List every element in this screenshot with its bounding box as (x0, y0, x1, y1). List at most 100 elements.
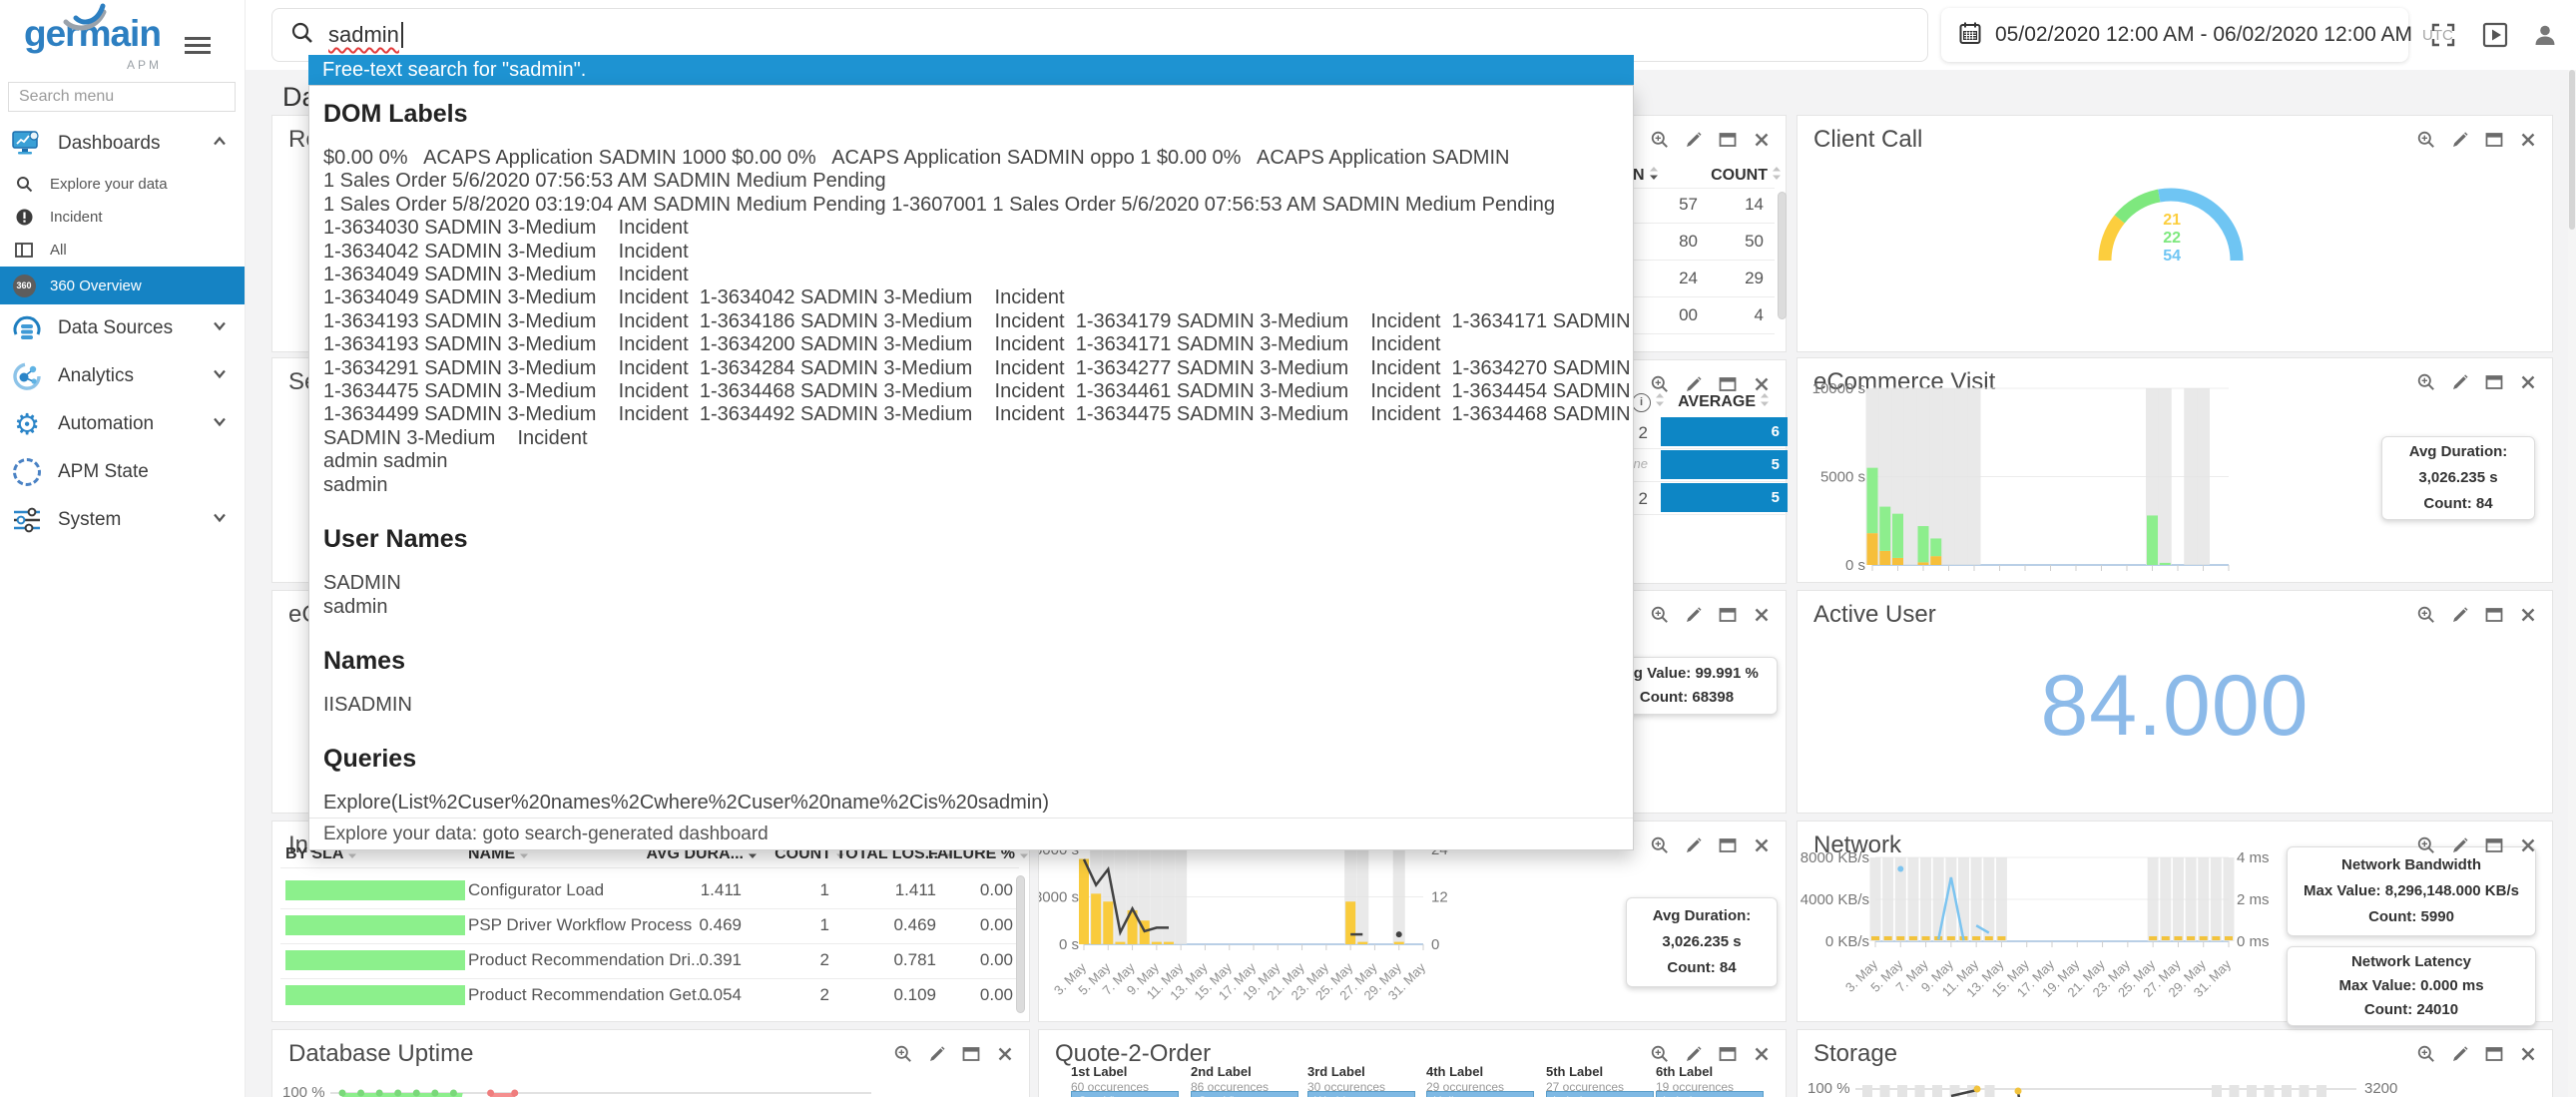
close-icon[interactable] (2518, 130, 2538, 155)
maximize-icon[interactable] (1718, 130, 1738, 155)
edit-icon[interactable] (1684, 130, 1704, 155)
funnel-stage-box[interactable]: GotoView (1191, 1091, 1298, 1097)
table-row[interactable]: Configurator Load1.41111.4110.00 (272, 873, 1031, 908)
sidebar-item-analytics[interactable]: Analytics (0, 352, 245, 400)
close-icon[interactable] (2518, 372, 2538, 397)
zoom-in-icon[interactable] (2416, 1044, 2436, 1069)
close-icon[interactable] (995, 1044, 1015, 1069)
dropdown-item[interactable]: 1 Sales Order 5/8/2020 03:19:04 AM SADMI… (323, 194, 1633, 217)
sidebar-item-360-overview[interactable]: 360360 Overview (0, 267, 245, 304)
edit-icon[interactable] (1684, 374, 1704, 399)
funnel-stage-box[interactable]: World (1307, 1091, 1415, 1097)
edit-icon[interactable] (927, 1044, 947, 1069)
close-icon[interactable] (1752, 1044, 1772, 1069)
sidebar-item-all[interactable]: All (0, 234, 245, 267)
zoom-in-icon[interactable] (2416, 835, 2436, 860)
zoom-in-icon[interactable] (1650, 1044, 1670, 1069)
edit-icon[interactable] (2450, 835, 2470, 860)
search-input[interactable]: sadmin (328, 22, 399, 48)
dropdown-item[interactable]: SADMIN (323, 572, 1633, 595)
close-icon[interactable] (2518, 1044, 2538, 1069)
scrollbar-thumb[interactable] (2569, 70, 2575, 230)
present-play-icon[interactable] (2482, 22, 2508, 53)
page-scrollbar[interactable] (2568, 70, 2576, 1097)
dropdown-item[interactable]: 1-3634193 SADMIN 3-Medium Incident 1-363… (323, 333, 1633, 356)
maximize-icon[interactable] (2484, 372, 2504, 397)
sidebar-item-explore-your-data[interactable]: Explore your data (0, 168, 245, 201)
zoom-in-icon[interactable] (1650, 605, 1670, 630)
column-header-fragment[interactable]: N (1633, 166, 1659, 186)
dropdown-item[interactable]: Explore(List%2Cuser%20names%2Cwhere%2Cus… (323, 792, 1633, 815)
dropdown-footer-item[interactable]: Explore your data: goto search-generated… (309, 818, 1633, 849)
dropdown-item[interactable]: 1 Sales Order 5/6/2020 07:56:53 AM SADMI… (323, 170, 1633, 193)
user-profile-icon[interactable] (2532, 22, 2558, 53)
chevron-down-icon[interactable] (211, 318, 229, 339)
zoom-in-icon[interactable] (2416, 372, 2436, 397)
sidebar-item-dashboards[interactable]: Dashboards (0, 120, 245, 168)
maximize-icon[interactable] (2484, 835, 2504, 860)
dropdown-item[interactable]: 1-3634193 SADMIN 3-Medium Incident 1-363… (323, 310, 1633, 333)
dropdown-item[interactable]: 1-3634042 SADMIN 3-Medium Incident (323, 241, 1633, 264)
chevron-down-icon[interactable] (211, 414, 229, 435)
edit-icon[interactable] (2450, 605, 2470, 630)
column-header-count[interactable]: COUNT (1711, 166, 1782, 186)
date-range-picker[interactable]: 05/02/2020 12:00 AM - 06/02/2020 12:00 A… (1941, 8, 2408, 62)
dropdown-item[interactable]: 1-3634030 SADMIN 3-Medium Incident (323, 217, 1633, 240)
fullscreen-icon[interactable] (2430, 22, 2456, 53)
dropdown-item[interactable]: sadmin (323, 596, 1633, 619)
maximize-icon[interactable] (2484, 130, 2504, 155)
close-icon[interactable] (1752, 605, 1772, 630)
dropdown-item[interactable]: 1-3634049 SADMIN 3-Medium Incident (323, 264, 1633, 286)
edit-icon[interactable] (1684, 835, 1704, 860)
chevron-down-icon[interactable] (211, 366, 229, 387)
dropdown-free-text-item[interactable]: Free-text search for "sadmin". (308, 55, 1634, 85)
maximize-icon[interactable] (2484, 605, 2504, 630)
dropdown-item[interactable]: sadmin (323, 474, 1633, 497)
close-icon[interactable] (2518, 605, 2538, 630)
close-icon[interactable] (1752, 130, 1772, 155)
edit-icon[interactable] (2450, 372, 2470, 397)
zoom-in-icon[interactable] (1650, 130, 1670, 155)
zoom-in-icon[interactable] (2416, 130, 2436, 155)
close-icon[interactable] (1752, 835, 1772, 860)
table-row[interactable]: Product Recommendation Get...0.05420.109… (272, 978, 1031, 1013)
sidebar-item-apm-state[interactable]: APM State (0, 448, 245, 496)
zoom-in-icon[interactable] (1650, 835, 1670, 860)
funnel-stage-box[interactable]: Label (1546, 1091, 1654, 1097)
dropdown-item[interactable]: 1-3634049 SADMIN 3-Medium Incident 1-363… (323, 286, 1633, 309)
edit-icon[interactable] (2450, 1044, 2470, 1069)
maximize-icon[interactable] (2484, 1044, 2504, 1069)
sidebar-item-data-sources[interactable]: Data Sources (0, 304, 245, 352)
dropdown-item[interactable]: SADMIN 3-Medium Incident (323, 427, 1633, 450)
sidebar-search-input[interactable] (8, 82, 236, 112)
maximize-icon[interactable] (1718, 1044, 1738, 1069)
global-search-box[interactable]: sadmin (271, 8, 1928, 62)
edit-icon[interactable] (1684, 1044, 1704, 1069)
zoom-in-icon[interactable] (2416, 605, 2436, 630)
dropdown-item[interactable]: 1-3634475 SADMIN 3-Medium Incident 1-363… (323, 380, 1633, 403)
close-icon[interactable] (1752, 374, 1772, 399)
table-scrollbar[interactable] (1016, 875, 1025, 1013)
edit-icon[interactable] (2450, 130, 2470, 155)
funnel-stage-box[interactable]: GotoView (1071, 1091, 1179, 1097)
funnel-stage-box[interactable]: Hello (1426, 1091, 1534, 1097)
dropdown-item[interactable]: $0.00 0% ACAPS Application SADMIN 1000 $… (323, 147, 1633, 170)
dropdown-item[interactable]: IISADMIN (323, 694, 1633, 717)
zoom-in-icon[interactable] (893, 1044, 913, 1069)
zoom-in-icon[interactable] (1650, 374, 1670, 399)
menu-hamburger-icon[interactable] (185, 33, 211, 58)
table-row[interactable]: PSP Driver Workflow Process0.46910.4690.… (272, 908, 1031, 943)
maximize-icon[interactable] (961, 1044, 981, 1069)
maximize-icon[interactable] (1718, 835, 1738, 860)
close-icon[interactable] (2518, 835, 2538, 860)
maximize-icon[interactable] (1718, 605, 1738, 630)
dropdown-item[interactable]: admin sadmin (323, 450, 1633, 473)
funnel-stage-box[interactable]: Label (1656, 1091, 1764, 1097)
dropdown-item[interactable]: 1-3634291 SADMIN 3-Medium Incident 1-363… (323, 357, 1633, 380)
sidebar-item-incident[interactable]: Incident (0, 201, 245, 234)
chevron-down-icon[interactable] (211, 510, 229, 531)
table-row[interactable]: Product Recommendation Dri...0.39120.781… (272, 943, 1031, 978)
maximize-icon[interactable] (1718, 374, 1738, 399)
dropdown-item[interactable]: 1-3634499 SADMIN 3-Medium Incident 1-363… (323, 403, 1633, 426)
edit-icon[interactable] (1684, 605, 1704, 630)
